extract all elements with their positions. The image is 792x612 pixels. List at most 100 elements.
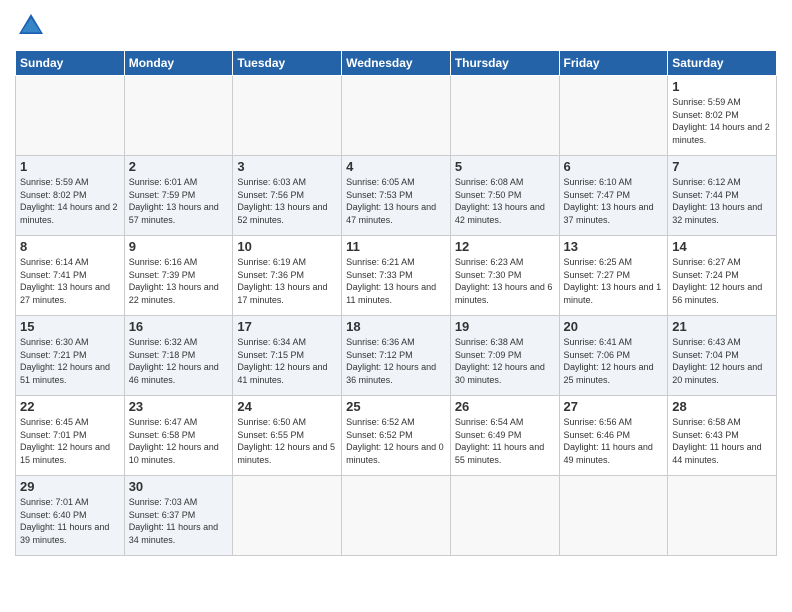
day-info: Sunrise: 6:47 AMSunset: 6:58 PMDaylight:… <box>129 416 229 466</box>
table-row: 2 Sunrise: 6:01 AMSunset: 7:59 PMDaylight… <box>124 156 233 236</box>
day-info: Sunrise: 6:36 AMSunset: 7:12 PMDaylight:… <box>346 336 446 386</box>
logo-icon <box>15 10 47 42</box>
table-row: 20 Sunrise: 6:41 AMSunset: 7:06 PMDayligh… <box>559 316 668 396</box>
table-row <box>16 76 125 156</box>
day-info: Sunrise: 6:56 AMSunset: 6:46 PMDaylight:… <box>564 416 664 466</box>
table-row: 1 Sunrise: 5:59 AMSunset: 8:02 PMDaylight… <box>668 76 777 156</box>
day-number: 30 <box>129 479 229 494</box>
day-number: 19 <box>455 319 555 334</box>
day-info: Sunrise: 6:50 AMSunset: 6:55 PMDaylight:… <box>237 416 337 466</box>
day-number: 10 <box>237 239 337 254</box>
day-number: 11 <box>346 239 446 254</box>
calendar-body: 1 Sunrise: 5:59 AMSunset: 8:02 PMDaylight… <box>16 76 777 556</box>
table-row: 25Sunrise: 6:52 AMSunset: 6:52 PMDayligh… <box>342 396 451 476</box>
col-monday: Monday <box>124 51 233 76</box>
day-info: Sunrise: 5:59 AMSunset: 8:02 PMDaylight:… <box>672 96 772 146</box>
table-row: 24 Sunrise: 6:50 AMSunset: 6:55 PMDayligh… <box>233 396 342 476</box>
table-row <box>342 476 451 556</box>
day-info: Sunrise: 6:14 AMSunset: 7:41 PMDaylight:… <box>20 256 120 306</box>
table-row: 22 Sunrise: 6:45 AMSunset: 7:01 PMDayligh… <box>16 396 125 476</box>
day-info: Sunrise: 7:01 AMSunset: 6:40 PMDaylight:… <box>20 496 120 546</box>
table-row: 6Sunrise: 6:10 AMSunset: 7:47 PMDaylight… <box>559 156 668 236</box>
day-number: 8 <box>20 239 120 254</box>
table-row: 19 Sunrise: 6:38 AMSunset: 7:09 PMDayligh… <box>450 316 559 396</box>
day-number: 22 <box>20 399 120 414</box>
table-row: 17 Sunrise: 6:34 AMSunset: 7:15 PMDayligh… <box>233 316 342 396</box>
day-number: 17 <box>237 319 337 334</box>
day-number: 26 <box>455 399 555 414</box>
table-row: 18 Sunrise: 6:36 AMSunset: 7:12 PMDayligh… <box>342 316 451 396</box>
day-info: Sunrise: 6:12 AMSunset: 7:44 PMDaylight:… <box>672 176 772 226</box>
calendar-week-row: 22 Sunrise: 6:45 AMSunset: 7:01 PMDayligh… <box>16 396 777 476</box>
table-row: 27 Sunrise: 6:56 AMSunset: 6:46 PMDayligh… <box>559 396 668 476</box>
day-number: 29 <box>20 479 120 494</box>
table-row <box>233 76 342 156</box>
calendar-week-row: 8 Sunrise: 6:14 AMSunset: 7:41 PMDaylight… <box>16 236 777 316</box>
day-info: Sunrise: 6:41 AMSunset: 7:06 PMDaylight:… <box>564 336 664 386</box>
col-friday: Friday <box>559 51 668 76</box>
table-row: 11Sunrise: 6:21 AMSunset: 7:33 PMDayligh… <box>342 236 451 316</box>
day-number: 1 <box>672 79 772 94</box>
table-row: 26Sunrise: 6:54 AMSunset: 6:49 PMDayligh… <box>450 396 559 476</box>
day-info: Sunrise: 6:30 AMSunset: 7:21 PMDaylight:… <box>20 336 120 386</box>
table-row <box>559 76 668 156</box>
day-info: Sunrise: 6:34 AMSunset: 7:15 PMDaylight:… <box>237 336 337 386</box>
header <box>15 10 777 42</box>
day-info: Sunrise: 5:59 AMSunset: 8:02 PMDaylight:… <box>20 176 120 226</box>
table-row <box>668 476 777 556</box>
table-row: 4 Sunrise: 6:05 AMSunset: 7:53 PMDaylight… <box>342 156 451 236</box>
day-info: Sunrise: 6:58 AMSunset: 6:43 PMDaylight:… <box>672 416 772 466</box>
day-number: 23 <box>129 399 229 414</box>
calendar-week-row: 1 Sunrise: 5:59 AMSunset: 8:02 PMDaylight… <box>16 76 777 156</box>
day-number: 9 <box>129 239 229 254</box>
day-info: Sunrise: 6:05 AMSunset: 7:53 PMDaylight:… <box>346 176 446 226</box>
day-number: 21 <box>672 319 772 334</box>
day-info: Sunrise: 7:03 AMSunset: 6:37 PMDaylight:… <box>129 496 229 546</box>
day-number: 28 <box>672 399 772 414</box>
day-info: Sunrise: 6:03 AMSunset: 7:56 PMDaylight:… <box>237 176 337 226</box>
day-number: 24 <box>237 399 337 414</box>
table-row: 8 Sunrise: 6:14 AMSunset: 7:41 PMDaylight… <box>16 236 125 316</box>
day-number: 15 <box>20 319 120 334</box>
logo <box>15 10 51 42</box>
day-number: 13 <box>564 239 664 254</box>
day-number: 2 <box>129 159 229 174</box>
day-number: 4 <box>346 159 446 174</box>
page-container: Sunday Monday Tuesday Wednesday Thursday… <box>0 0 792 566</box>
day-number: 20 <box>564 319 664 334</box>
day-number: 6 <box>564 159 664 174</box>
day-number: 16 <box>129 319 229 334</box>
day-info: Sunrise: 6:38 AMSunset: 7:09 PMDaylight:… <box>455 336 555 386</box>
table-row: 10 Sunrise: 6:19 AMSunset: 7:36 PMDayligh… <box>233 236 342 316</box>
day-info: Sunrise: 6:25 AMSunset: 7:27 PMDaylight:… <box>564 256 664 306</box>
table-row: 13 Sunrise: 6:25 AMSunset: 7:27 PMDayligh… <box>559 236 668 316</box>
calendar-table: Sunday Monday Tuesday Wednesday Thursday… <box>15 50 777 556</box>
day-info: Sunrise: 6:32 AMSunset: 7:18 PMDaylight:… <box>129 336 229 386</box>
table-row: 7 Sunrise: 6:12 AMSunset: 7:44 PMDaylight… <box>668 156 777 236</box>
day-number: 27 <box>564 399 664 414</box>
day-info: Sunrise: 6:45 AMSunset: 7:01 PMDaylight:… <box>20 416 120 466</box>
table-row <box>124 76 233 156</box>
day-number: 12 <box>455 239 555 254</box>
day-number: 3 <box>237 159 337 174</box>
table-row: 23 Sunrise: 6:47 AMSunset: 6:58 PMDayligh… <box>124 396 233 476</box>
table-row: 21 Sunrise: 6:43 AMSunset: 7:04 PMDayligh… <box>668 316 777 396</box>
table-row: 5 Sunrise: 6:08 AMSunset: 7:50 PMDaylight… <box>450 156 559 236</box>
day-info: Sunrise: 6:08 AMSunset: 7:50 PMDaylight:… <box>455 176 555 226</box>
header-row: Sunday Monday Tuesday Wednesday Thursday… <box>16 51 777 76</box>
table-row: 30 Sunrise: 7:03 AMSunset: 6:37 PMDayligh… <box>124 476 233 556</box>
day-number: 18 <box>346 319 446 334</box>
calendar-week-row: 29 Sunrise: 7:01 AMSunset: 6:40 PMDayligh… <box>16 476 777 556</box>
day-info: Sunrise: 6:43 AMSunset: 7:04 PMDaylight:… <box>672 336 772 386</box>
day-number: 25 <box>346 399 446 414</box>
day-info: Sunrise: 6:01 AMSunset: 7:59 PMDaylight:… <box>129 176 229 226</box>
table-row <box>450 76 559 156</box>
table-row: 29 Sunrise: 7:01 AMSunset: 6:40 PMDayligh… <box>16 476 125 556</box>
day-number: 5 <box>455 159 555 174</box>
day-info: Sunrise: 6:19 AMSunset: 7:36 PMDaylight:… <box>237 256 337 306</box>
table-row: 12 Sunrise: 6:23 AMSunset: 7:30 PMDayligh… <box>450 236 559 316</box>
day-number: 7 <box>672 159 772 174</box>
col-sunday: Sunday <box>16 51 125 76</box>
day-info: Sunrise: 6:23 AMSunset: 7:30 PMDaylight:… <box>455 256 555 306</box>
table-row <box>559 476 668 556</box>
